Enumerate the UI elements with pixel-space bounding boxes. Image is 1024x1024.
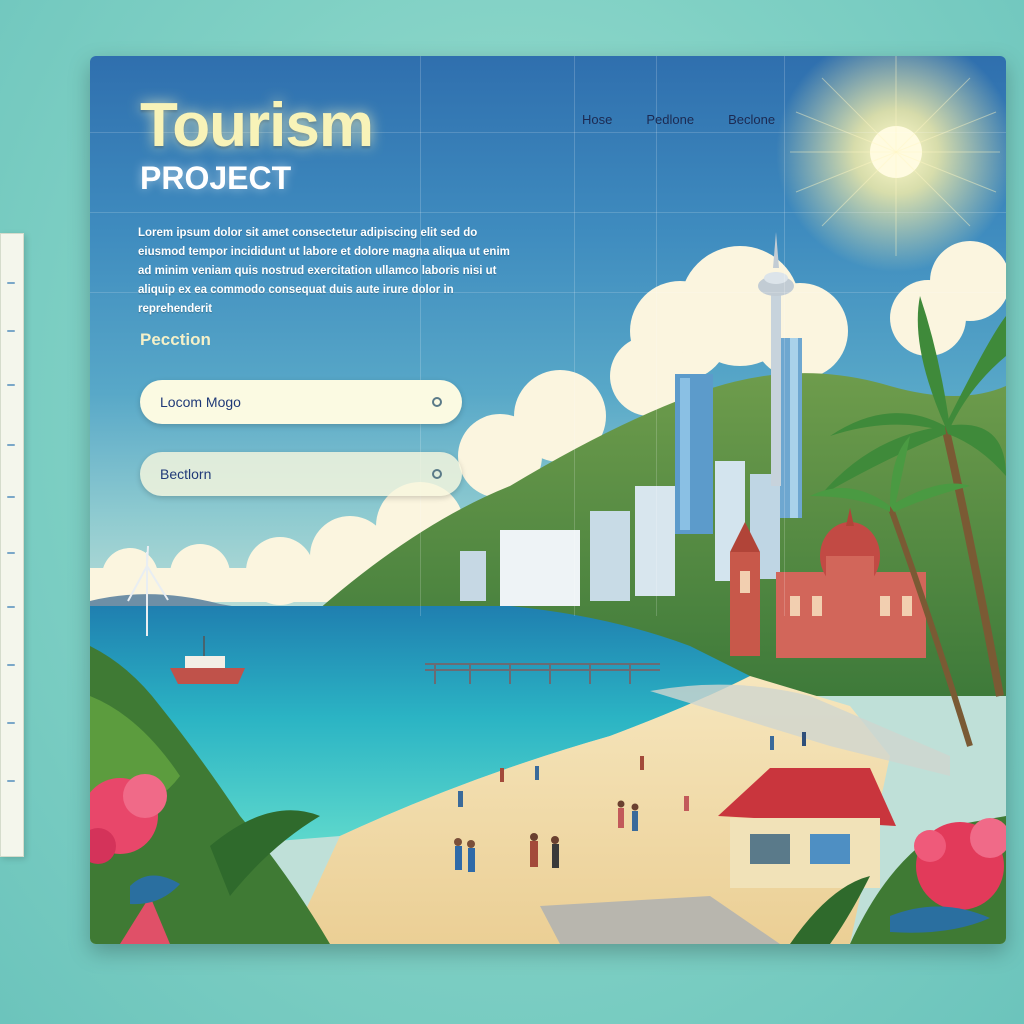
side-panel-mark xyxy=(7,722,15,724)
intro-paragraph: Lorem ipsum dolor sit amet consectetur a… xyxy=(138,227,510,315)
nav-link-pedlone[interactable]: Pedlone xyxy=(646,112,694,127)
side-panel-mark xyxy=(7,282,15,284)
field-value: Locom Mogo xyxy=(160,394,241,410)
side-panel-mark xyxy=(7,552,15,554)
side-panel-mark xyxy=(7,330,15,332)
nav-link-beclone[interactable]: Beclone xyxy=(728,112,775,127)
sun-icon xyxy=(776,56,1006,272)
side-panel-mark xyxy=(7,780,15,782)
search-field-primary[interactable]: Locom Mogo xyxy=(140,380,462,424)
side-panel-mark xyxy=(7,606,15,608)
side-panel-mark xyxy=(7,496,15,498)
circle-icon[interactable] xyxy=(432,397,442,407)
circle-icon[interactable] xyxy=(432,469,442,479)
section-label: Pecction xyxy=(140,330,211,349)
side-panel-mark xyxy=(7,664,15,666)
search-field-secondary[interactable]: Bectlorn xyxy=(140,452,462,496)
grid-line xyxy=(574,56,575,616)
grid-line xyxy=(90,212,1006,213)
grid-line xyxy=(784,56,785,616)
side-panel-mark xyxy=(7,384,15,386)
side-panel-mark xyxy=(7,444,15,446)
field-value: Bectlorn xyxy=(160,466,212,482)
side-panel xyxy=(0,233,24,857)
grid-line xyxy=(656,56,657,616)
top-nav: Hose Pedlone Beclone xyxy=(582,112,775,127)
nav-link-hose[interactable]: Hose xyxy=(582,112,612,127)
grid-line xyxy=(420,56,421,616)
page-title: Tourism xyxy=(140,91,374,160)
page-subtitle: PROJECT xyxy=(140,160,292,196)
hero-card: Tourism PROJECT Hose Pedlone Beclone Lor… xyxy=(90,56,1006,944)
